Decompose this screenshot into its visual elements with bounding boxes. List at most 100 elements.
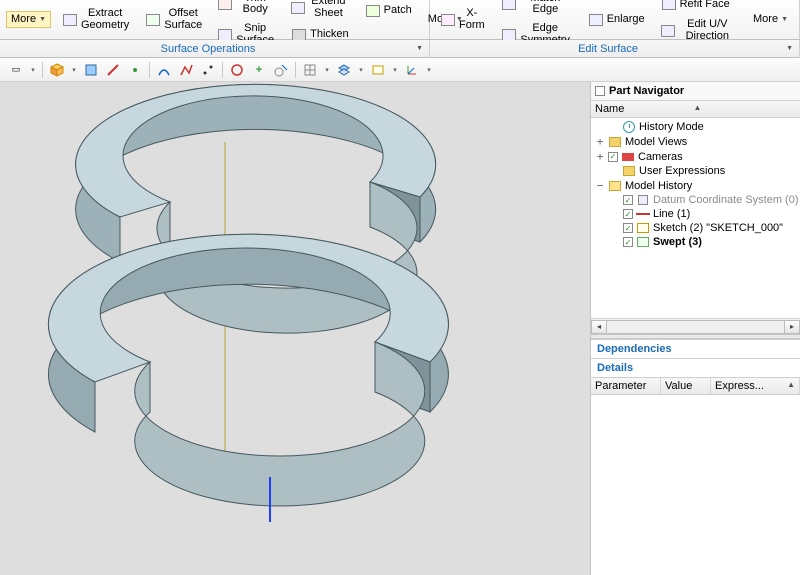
offset-surface-button[interactable]: Offset Surface: [140, 5, 207, 34]
patch-button[interactable]: Patch: [360, 0, 417, 22]
qt-layers[interactable]: [334, 60, 354, 80]
tree-model-views[interactable]: + Model Views: [595, 134, 800, 149]
more-button-1[interactable]: More▼: [6, 11, 51, 29]
navigator-hscroll[interactable]: ◂ ▸: [591, 318, 800, 334]
extract-geometry-button[interactable]: Extract Geometry: [57, 5, 134, 34]
grid-icon: [303, 63, 317, 77]
sort-arrow-icon: ▲: [787, 380, 795, 392]
qt-select-mode[interactable]: ▭: [6, 60, 26, 80]
scroll-right-icon[interactable]: ▸: [784, 320, 800, 334]
tree-history-mode[interactable]: History Mode: [595, 120, 800, 134]
xform-icon: [441, 12, 455, 28]
refit-face-button[interactable]: Refit Face: [656, 0, 742, 15]
folder-icon: [622, 165, 636, 177]
plus-icon: +: [256, 64, 262, 76]
checkbox-icon[interactable]: ✓: [623, 195, 633, 205]
qt-circle[interactable]: [227, 60, 247, 80]
xform-button[interactable]: X-Form: [436, 5, 491, 34]
more-button-3[interactable]: More▼: [748, 11, 793, 29]
match-edge-button[interactable]: Match Edge: [497, 0, 577, 19]
qt-feature-filter[interactable]: [47, 60, 67, 80]
layers-icon: [337, 63, 351, 77]
model-viewport[interactable]: [0, 82, 590, 575]
chevron-down-icon[interactable]: ▾: [322, 66, 332, 74]
ribbon-group-edit-surface: X-Form Match Edge Edge Symmetry Enlarge …: [430, 0, 800, 39]
trim-body-button[interactable]: Trim Body: [213, 0, 280, 19]
col-parameter[interactable]: Parameter: [591, 378, 661, 394]
tangent-icon: [274, 63, 288, 77]
scroll-left-icon[interactable]: ◂: [591, 320, 607, 334]
extend-sheet-button[interactable]: Extend Sheet: [286, 0, 354, 23]
group-dropdown-icon[interactable]: ▼: [786, 45, 793, 52]
col-expression[interactable]: Express...▲: [711, 378, 800, 394]
patch-icon: [365, 3, 381, 19]
checkbox-icon[interactable]: ✓: [623, 237, 633, 247]
qt-grid1[interactable]: [300, 60, 320, 80]
qt-face-filter[interactable]: [81, 60, 101, 80]
sketch-icon: [636, 222, 650, 234]
tree-datum[interactable]: ✓ Datum Coordinate System (0): [595, 193, 800, 207]
folder-icon: [608, 136, 622, 148]
curve-icon: [157, 63, 171, 77]
cube-icon: [50, 63, 64, 77]
camera-icon: [621, 151, 635, 163]
col-value[interactable]: Value: [661, 378, 711, 394]
chevron-down-icon[interactable]: ▾: [390, 66, 400, 74]
enlarge-button[interactable]: Enlarge: [583, 9, 650, 31]
chevron-down-icon[interactable]: ▾: [69, 66, 79, 74]
vertex-icon: [201, 63, 215, 77]
match-edge-icon: [502, 0, 516, 12]
qt-curve1[interactable]: [154, 60, 174, 80]
details-body: [591, 395, 800, 575]
view-icon: [371, 63, 385, 77]
chevron-down-icon[interactable]: ▾: [28, 66, 38, 74]
tree-sketch[interactable]: ✓ Sketch (2) "SKETCH_000": [595, 221, 800, 235]
chevron-down-icon[interactable]: ▾: [424, 66, 434, 74]
group-dropdown-icon[interactable]: ▼: [416, 45, 423, 52]
tree-cameras[interactable]: +✓ Cameras: [595, 149, 800, 164]
qt-curve2[interactable]: [176, 60, 196, 80]
main-area: Part Navigator Name▲ History Mode + Mode…: [0, 82, 800, 575]
right-panel: Part Navigator Name▲ History Mode + Mode…: [590, 82, 800, 575]
tree-model-history[interactable]: − Model History: [595, 178, 800, 193]
group-label-surface-operations: Surface Operations: [0, 42, 416, 55]
folder-open-icon: [608, 180, 622, 192]
ribbon: More▼ Extract Geometry Offset Surface Tr…: [0, 0, 800, 40]
extract-geometry-icon: [62, 12, 78, 28]
details-columns: Parameter Value Express...▲: [591, 377, 800, 395]
clock-icon: [622, 121, 636, 133]
circle-icon: [230, 63, 244, 77]
dependencies-header[interactable]: Dependencies: [591, 339, 800, 358]
refit-face-icon: [661, 0, 677, 12]
qt-point2[interactable]: [198, 60, 218, 80]
polyline-icon: [179, 63, 193, 77]
checkbox-icon[interactable]: ✓: [623, 209, 633, 219]
edit-uv-icon: [661, 23, 675, 39]
qt-view[interactable]: [368, 60, 388, 80]
swept-icon: [636, 236, 650, 248]
qt-wcs[interactable]: [402, 60, 422, 80]
group-label-edit-surface: Edit Surface: [430, 42, 786, 55]
dropdown-icon: ▭: [12, 64, 21, 75]
qt-tangent[interactable]: [271, 60, 291, 80]
chevron-down-icon[interactable]: ▾: [356, 66, 366, 74]
details-header[interactable]: Details: [591, 358, 800, 377]
panel-checkbox[interactable]: [595, 86, 605, 96]
qt-edge-filter[interactable]: [103, 60, 123, 80]
qt-point-filter[interactable]: [125, 60, 145, 80]
checkbox-icon[interactable]: ✓: [608, 152, 618, 162]
trim-body-icon: [218, 0, 232, 12]
tree-user-expressions[interactable]: User Expressions: [595, 164, 800, 178]
axis-icon: [405, 63, 419, 77]
edge-icon: [106, 63, 120, 77]
tree-swept[interactable]: ✓ Swept (3): [595, 235, 800, 249]
checkbox-icon[interactable]: ✓: [623, 223, 633, 233]
qt-plus[interactable]: +: [249, 60, 269, 80]
ribbon-group-surface-operations: More▼ Extract Geometry Offset Surface Tr…: [0, 0, 430, 39]
datum-icon: [636, 194, 650, 206]
navigator-column-header[interactable]: Name▲: [591, 100, 800, 118]
extend-sheet-icon: [291, 0, 305, 16]
tree-line[interactable]: ✓ Line (1): [595, 207, 800, 221]
sort-arrow-icon: ▲: [694, 103, 797, 115]
model-render-icon: [0, 82, 590, 575]
